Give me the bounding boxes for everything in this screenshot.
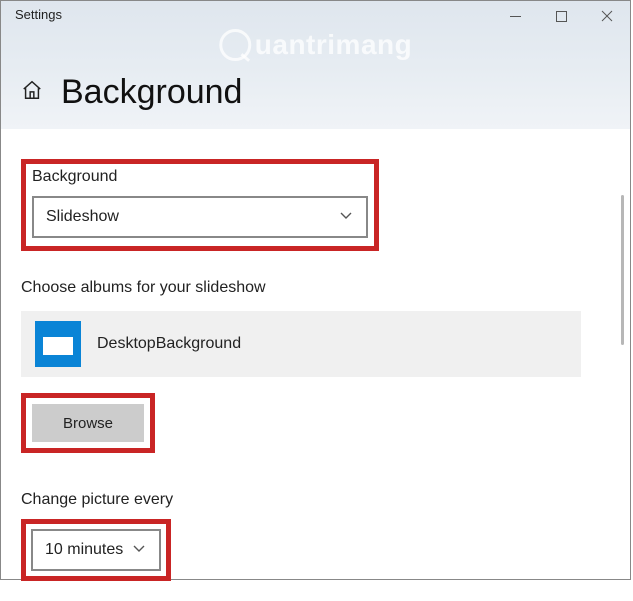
browse-button[interactable]: Browse bbox=[32, 404, 144, 442]
minimize-button[interactable] bbox=[492, 1, 538, 31]
close-button[interactable] bbox=[584, 1, 630, 31]
interval-dropdown[interactable]: 10 minutes bbox=[31, 529, 161, 571]
watermark-text: uantrimang bbox=[255, 29, 412, 61]
settings-window: Settings uantrimang bbox=[0, 0, 631, 580]
watermark-q-icon bbox=[219, 29, 251, 61]
background-section-highlight: Background Slideshow bbox=[21, 159, 379, 251]
header-area: Settings uantrimang bbox=[1, 1, 630, 129]
app-title: Settings bbox=[1, 1, 62, 22]
chevron-down-icon bbox=[131, 540, 147, 561]
interval-highlight: 10 minutes bbox=[21, 519, 171, 581]
browse-highlight: Browse bbox=[21, 393, 155, 453]
background-label: Background bbox=[32, 168, 368, 186]
content-area: Background Slideshow Choose albums for y… bbox=[1, 129, 630, 601]
album-folder-name: DesktopBackground bbox=[97, 335, 241, 353]
scrollbar[interactable] bbox=[621, 195, 624, 345]
home-icon[interactable] bbox=[21, 79, 43, 106]
folder-icon bbox=[35, 321, 81, 367]
interval-label: Change picture every bbox=[21, 491, 610, 509]
minimize-icon bbox=[510, 11, 521, 22]
maximize-button[interactable] bbox=[538, 1, 584, 31]
window-controls bbox=[492, 1, 630, 31]
page-header: Background bbox=[21, 73, 242, 112]
interval-dropdown-value: 10 minutes bbox=[45, 541, 123, 559]
close-icon bbox=[601, 10, 613, 22]
maximize-icon bbox=[556, 11, 567, 22]
background-dropdown[interactable]: Slideshow bbox=[32, 196, 368, 238]
page-title: Background bbox=[61, 73, 242, 112]
album-folder-row[interactable]: DesktopBackground bbox=[21, 311, 581, 377]
watermark: uantrimang bbox=[219, 29, 412, 61]
background-dropdown-value: Slideshow bbox=[46, 208, 119, 226]
albums-label: Choose albums for your slideshow bbox=[21, 279, 610, 297]
title-bar: Settings bbox=[1, 1, 630, 33]
chevron-down-icon bbox=[338, 207, 354, 228]
